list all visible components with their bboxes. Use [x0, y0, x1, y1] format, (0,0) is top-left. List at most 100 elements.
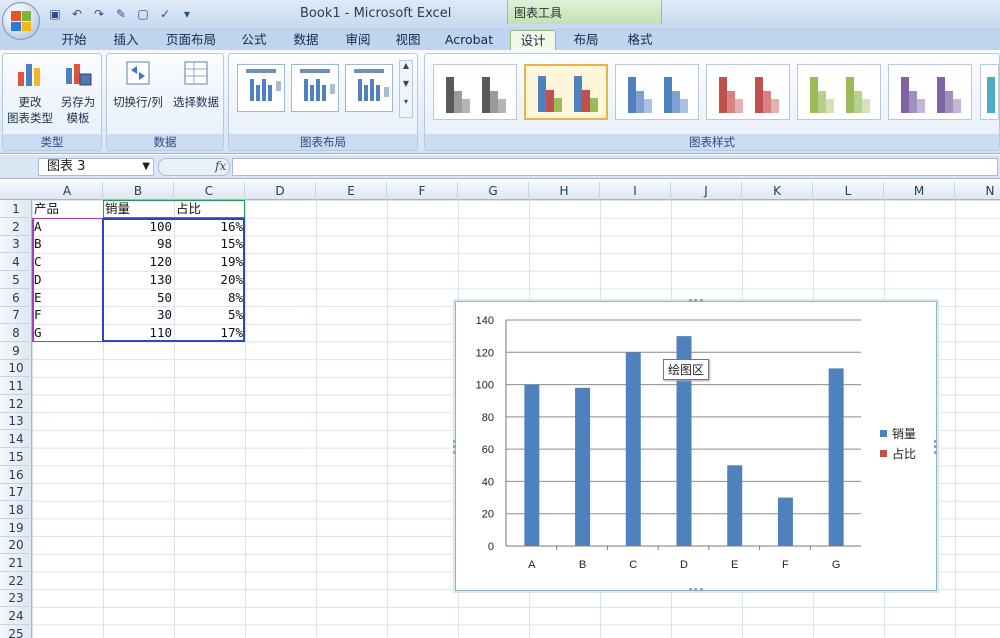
layout-gallery-scroll[interactable]: ▲ ▼ ▾ — [399, 60, 413, 118]
bar-G[interactable] — [828, 368, 844, 546]
style-preview-bar — [644, 99, 652, 113]
column-header-J[interactable]: J — [671, 182, 742, 200]
style-preview-bar — [987, 77, 995, 113]
column-header-G[interactable]: G — [458, 182, 529, 200]
row-header-18[interactable]: 18 — [0, 501, 32, 519]
formula-input[interactable] — [232, 158, 998, 176]
row-header-15[interactable]: 15 — [0, 448, 32, 466]
row-header-25[interactable]: 25 — [0, 625, 32, 638]
row-header-8[interactable]: 8 — [0, 324, 32, 342]
cell-A1[interactable]: 产品 — [34, 200, 101, 218]
tab-9[interactable]: 布局 — [566, 30, 606, 50]
switch-row-column-button[interactable]: 切换行/列 — [109, 58, 167, 110]
row-header-19[interactable]: 19 — [0, 519, 32, 537]
row-header-9[interactable]: 9 — [0, 342, 32, 360]
undo-icon[interactable]: ↶ — [68, 5, 86, 23]
column-header-C[interactable]: C — [174, 182, 245, 200]
name-box[interactable]: 图表 3 ▼ — [38, 158, 154, 176]
row-header-21[interactable]: 21 — [0, 554, 32, 572]
style-preview-bar — [719, 77, 727, 113]
column-header-D[interactable]: D — [245, 182, 316, 200]
column-header-L[interactable]: L — [813, 182, 884, 200]
chart-style-6-button[interactable] — [888, 64, 972, 120]
row-header-20[interactable]: 20 — [0, 536, 32, 555]
tab-2[interactable]: 页面布局 — [158, 30, 224, 50]
change-chart-type-button[interactable]: 更改 图表类型 — [7, 58, 53, 126]
row-header-4[interactable]: 4 — [0, 253, 32, 272]
style-preview-bar — [498, 99, 506, 113]
chart-layout-1-button[interactable] — [237, 64, 285, 112]
chart-style-2-button[interactable] — [524, 64, 608, 120]
style-preview-bar — [574, 76, 582, 112]
row-header-2[interactable]: 2 — [0, 218, 32, 236]
bar-C[interactable] — [625, 352, 641, 546]
spelling-icon[interactable]: ✓ — [156, 5, 174, 23]
column-header-E[interactable]: E — [316, 182, 387, 200]
row-header-12[interactable]: 12 — [0, 395, 32, 413]
tab-7[interactable]: Acrobat — [440, 30, 498, 50]
tab-1[interactable]: 插入 — [106, 30, 146, 50]
row-header-7[interactable]: 7 — [0, 306, 32, 325]
row-header-22[interactable]: 22 — [0, 572, 32, 590]
new-document-icon[interactable]: ▢ — [134, 5, 152, 23]
bar-chart[interactable]: 0 20 40 60 80 100 120 140 A B C D E F G 销量占比 — [456, 302, 938, 592]
bar-F[interactable] — [777, 497, 793, 546]
column-header-M[interactable]: M — [884, 182, 955, 200]
tab-0[interactable]: 开始 — [54, 30, 94, 50]
resize-handle-right[interactable] — [934, 440, 937, 454]
row-header-10[interactable]: 10 — [0, 359, 32, 378]
row-header-11[interactable]: 11 — [0, 377, 32, 395]
row-header-16[interactable]: 16 — [0, 466, 32, 484]
row-header-5[interactable]: 5 — [0, 271, 32, 289]
tab-8[interactable]: 设计 — [510, 30, 556, 50]
style-preview-bar — [454, 91, 462, 113]
row-header-3[interactable]: 3 — [0, 235, 32, 254]
bar-A[interactable] — [524, 384, 540, 546]
row-header-24[interactable]: 24 — [0, 607, 32, 626]
row-header-14[interactable]: 14 — [0, 430, 32, 449]
legend-swatch — [880, 430, 887, 437]
tab-5[interactable]: 审阅 — [338, 30, 378, 50]
save-as-template-button[interactable]: 另存为 模板 — [55, 58, 101, 126]
column-header-H[interactable]: H — [529, 182, 600, 200]
row-header-23[interactable]: 23 — [0, 589, 32, 608]
column-header-B[interactable]: B — [103, 182, 174, 200]
chart-style-3-button[interactable] — [615, 64, 699, 120]
row-header-17[interactable]: 17 — [0, 483, 32, 502]
save-icon[interactable]: ▣ — [46, 5, 64, 23]
customize-toolbar-icon[interactable]: ▾ — [178, 5, 196, 23]
column-header-I[interactable]: I — [600, 182, 671, 200]
resize-handle-bottom[interactable] — [689, 588, 703, 591]
format-painter-icon[interactable]: ✎ — [112, 5, 130, 23]
chart-style-7-button[interactable] — [980, 64, 999, 120]
column-header-K[interactable]: K — [742, 182, 813, 200]
resize-handle-left[interactable] — [453, 440, 456, 454]
chevron-down-icon[interactable]: ▼ — [142, 159, 150, 175]
select-data-button[interactable]: 选择数据 — [169, 58, 223, 110]
chart-style-1-button[interactable] — [433, 64, 517, 120]
tab-6[interactable]: 视图 — [388, 30, 428, 50]
redo-icon[interactable]: ↷ — [90, 5, 108, 23]
chart-style-4-button[interactable] — [706, 64, 790, 120]
quick-access-toolbar: ▣ ↶ ↷ ✎ ▢ ✓ ▾ — [46, 4, 196, 24]
office-button[interactable] — [2, 2, 40, 40]
chart-object[interactable]: 0 20 40 60 80 100 120 140 A B C D E F G 销量 占比 — [453, 299, 938, 592]
bar-E[interactable] — [727, 465, 743, 546]
row-header-13[interactable]: 13 — [0, 412, 32, 431]
chart-layout-2-button[interactable] — [291, 64, 339, 112]
row-header-6[interactable]: 6 — [0, 289, 32, 307]
column-header-A[interactable]: A — [32, 182, 103, 200]
column-header-F[interactable]: F — [387, 182, 458, 200]
tab-10[interactable]: 格式 — [620, 30, 660, 50]
resize-handle-top[interactable] — [689, 299, 703, 302]
row-header-1[interactable]: 1 — [0, 200, 32, 218]
chart-layout-3-button[interactable] — [345, 64, 393, 112]
chart-style-5-button[interactable] — [797, 64, 881, 120]
column-header-N[interactable]: N — [955, 182, 1000, 200]
insert-function-button[interactable]: fx — [215, 159, 226, 173]
tab-4[interactable]: 数据 — [286, 30, 326, 50]
x-tick-label: B — [579, 559, 586, 571]
range-highlight-categories-edge — [32, 217, 103, 342]
bar-B[interactable] — [575, 387, 591, 546]
tab-3[interactable]: 公式 — [234, 30, 274, 50]
